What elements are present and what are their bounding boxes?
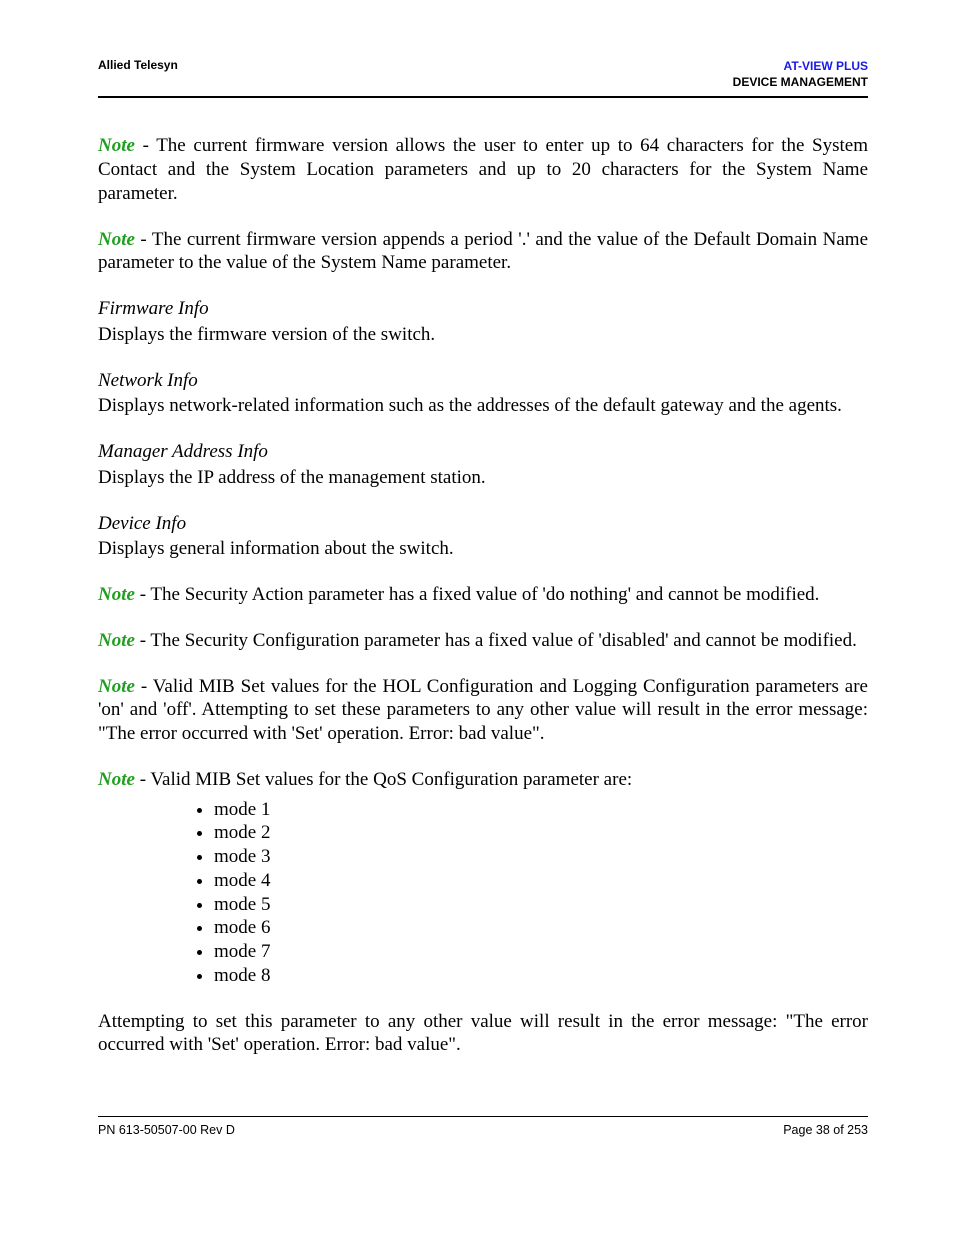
note-text: - The current firmware version allows th…	[98, 135, 868, 204]
note-paragraph: Note - Valid MIB Set values for the HOL …	[98, 675, 868, 746]
section-title-manager: Manager Address Info	[98, 440, 868, 464]
section-body-device: Displays general information about the s…	[98, 537, 868, 561]
note-label: Note	[98, 584, 135, 605]
list-item: mode 4	[214, 869, 868, 893]
page-body: Allied Telesyn AT-VIEW PLUS DEVICE MANAG…	[98, 58, 868, 1079]
note-label: Note	[98, 229, 135, 250]
note-paragraph: Note - The Security Action parameter has…	[98, 583, 868, 607]
list-item: mode 6	[214, 916, 868, 940]
section-title-firmware: Firmware Info	[98, 297, 868, 321]
header-section: DEVICE MANAGEMENT	[733, 75, 868, 89]
note-label: Note	[98, 676, 135, 697]
content-area: Note - The current firmware version allo…	[98, 98, 868, 1057]
list-item: mode 7	[214, 940, 868, 964]
note-label: Note	[98, 135, 135, 156]
note-text: - The current firmware version appends a…	[98, 229, 868, 274]
list-item: mode 8	[214, 964, 868, 988]
note-text: - The Security Action parameter has a fi…	[135, 584, 819, 605]
modes-list: mode 1 mode 2 mode 3 mode 4 mode 5 mode …	[98, 798, 868, 988]
footer-row: PN 613-50507-00 Rev D Page 38 of 253	[98, 1123, 868, 1137]
header-left: Allied Telesyn	[98, 58, 178, 72]
section-body-network: Displays network-related information suc…	[98, 394, 868, 418]
note-paragraph: Note - The current firmware version appe…	[98, 228, 868, 276]
footer-page-number: Page 38 of 253	[783, 1123, 868, 1137]
note-text: - Valid MIB Set values for the QoS Confi…	[135, 769, 632, 790]
note-paragraph: Note - The Security Configuration parame…	[98, 629, 868, 653]
section-title-network: Network Info	[98, 369, 868, 393]
note-text: - Valid MIB Set values for the HOL Confi…	[98, 676, 868, 745]
section-title-device: Device Info	[98, 512, 868, 536]
list-item: mode 5	[214, 893, 868, 917]
footer-part-number: PN 613-50507-00 Rev D	[98, 1123, 235, 1137]
closing-paragraph: Attempting to set this parameter to any …	[98, 1010, 868, 1058]
running-header: Allied Telesyn AT-VIEW PLUS DEVICE MANAG…	[98, 58, 868, 90]
note-paragraph: Note - The current firmware version allo…	[98, 134, 868, 205]
header-right: AT-VIEW PLUS DEVICE MANAGEMENT	[733, 58, 868, 90]
section-body-firmware: Displays the firmware version of the swi…	[98, 323, 868, 347]
list-item: mode 3	[214, 845, 868, 869]
list-item: mode 1	[214, 798, 868, 822]
page-footer: PN 613-50507-00 Rev D Page 38 of 253	[98, 1116, 868, 1137]
header-product: AT-VIEW PLUS	[784, 59, 868, 73]
note-text: - The Security Configuration parameter h…	[135, 630, 857, 651]
note-label: Note	[98, 630, 135, 651]
note-label: Note	[98, 769, 135, 790]
list-item: mode 2	[214, 821, 868, 845]
footer-rule	[98, 1116, 868, 1117]
note-paragraph: Note - Valid MIB Set values for the QoS …	[98, 768, 868, 792]
section-body-manager: Displays the IP address of the managemen…	[98, 466, 868, 490]
